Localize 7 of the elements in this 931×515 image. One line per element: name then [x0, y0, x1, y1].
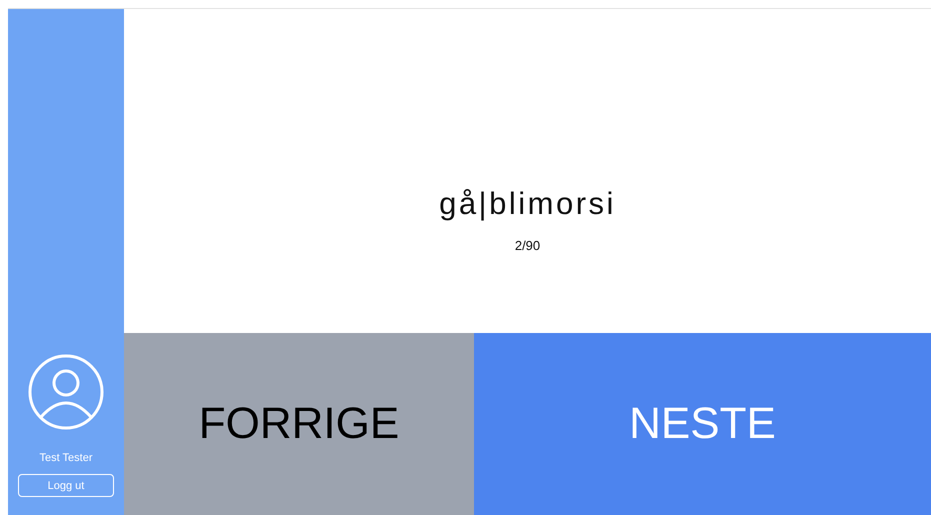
progress-counter: 2/90 — [514, 238, 540, 252]
user-avatar-icon — [28, 354, 104, 430]
next-button[interactable]: NESTE — [474, 333, 931, 515]
user-name: Test Tester — [40, 452, 92, 464]
previous-button[interactable]: FORRIGE — [124, 333, 474, 515]
logout-button[interactable]: Logg ut — [18, 474, 114, 497]
word-text: gå|blimorsi — [439, 186, 616, 222]
